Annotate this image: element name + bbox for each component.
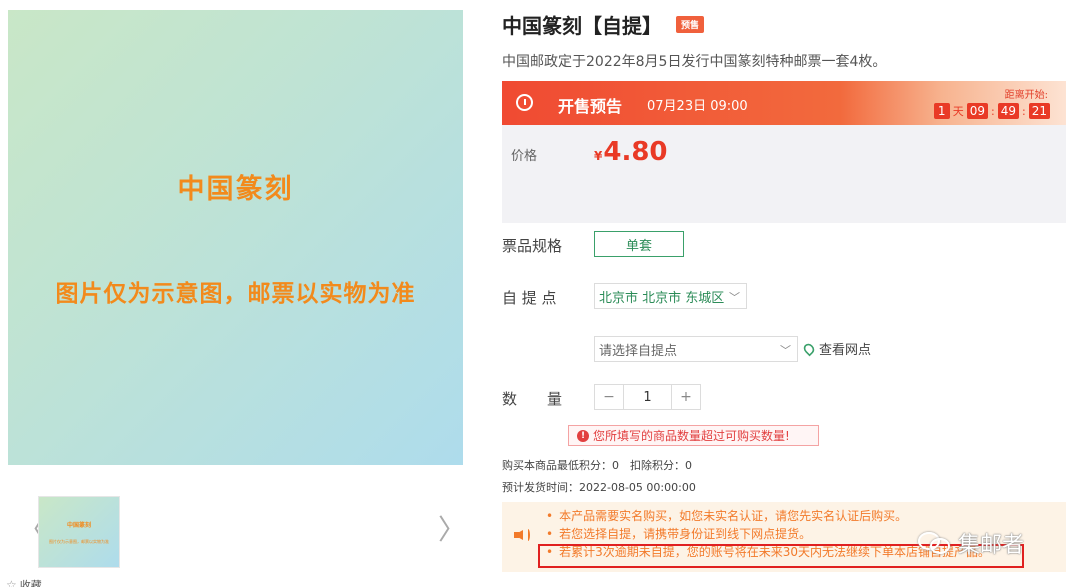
quantity-warning: ! 您所填写的商品数量超过可购买数量! bbox=[568, 425, 819, 446]
countdown-days: 1 bbox=[933, 103, 950, 119]
watermark: 集邮者 bbox=[918, 527, 1024, 559]
speaker-icon bbox=[514, 526, 536, 544]
thumbnail-caption: 图片仅为示意图，邮票以实物为准 bbox=[49, 538, 109, 544]
wechat-icon bbox=[918, 530, 952, 556]
thumbnail-strip: 〈 中国篆刻 图片仅为示意图，邮票以实物为准 〉 bbox=[8, 496, 466, 568]
countdown-timer: 1 天 09 : 49 : 21 bbox=[933, 103, 1050, 119]
city-select[interactable]: 北京市 北京市 东城区 ﹀ bbox=[594, 283, 747, 309]
favorite-button[interactable]: ☆ 收藏 bbox=[6, 577, 42, 587]
countdown-separator: : bbox=[1022, 104, 1026, 118]
notice-item: 本产品需要实名购买，如您未实名认证，请您先实名认证后购买。 bbox=[546, 507, 990, 525]
countdown-label: 距离开始: bbox=[1004, 90, 1048, 101]
price-value-wrap: ¥4.80 bbox=[594, 137, 668, 167]
pickup-label: 自 提 点 bbox=[502, 289, 557, 307]
spec-label: 票品规格 bbox=[502, 237, 563, 255]
quantity-label: 数 量 bbox=[502, 390, 563, 408]
ship-time-info: 预计发货时间：2022-08-05 00:00:00 bbox=[502, 481, 696, 494]
price-label: 价格 bbox=[511, 149, 538, 164]
price-value: 4.80 bbox=[603, 137, 668, 167]
points-info: 购买本商品最低积分：0 扣除积分：0 bbox=[502, 459, 692, 472]
chevron-down-icon: ﹀ bbox=[780, 344, 791, 357]
map-pin-icon bbox=[801, 341, 817, 356]
quantity-input[interactable]: 1 bbox=[623, 385, 672, 409]
presale-badge: 预售 bbox=[676, 16, 705, 33]
quantity-warning-text: 您所填写的商品数量超过可购买数量! bbox=[593, 429, 790, 443]
star-icon: ☆ bbox=[6, 578, 17, 587]
countdown-separator: : bbox=[991, 104, 995, 118]
image-title-text: 中国篆刻 bbox=[177, 174, 294, 205]
countdown-seconds: 21 bbox=[1028, 103, 1050, 119]
presale-label: 开售预告 bbox=[558, 97, 623, 116]
product-subtitle: 中国邮政定于2022年8月5日发行中国篆刻特种邮票一套4枚。 bbox=[502, 54, 887, 70]
product-title: 中国篆刻【自提】 bbox=[502, 14, 662, 38]
price-panel: 价格 ¥4.80 bbox=[502, 125, 1066, 223]
city-select-value: 北京市 北京市 东城区 bbox=[599, 290, 725, 306]
countdown-minutes: 49 bbox=[997, 103, 1019, 119]
quantity-minus-button[interactable]: − bbox=[595, 385, 623, 409]
thumbnail-title: 中国篆刻 bbox=[66, 521, 91, 529]
watermark-text: 集邮者 bbox=[958, 533, 1025, 558]
error-icon: ! bbox=[577, 429, 589, 442]
view-points-link[interactable]: 查看网点 bbox=[801, 339, 872, 358]
countdown-hours: 09 bbox=[966, 103, 988, 119]
quantity-stepper: − 1 + bbox=[594, 384, 701, 410]
presale-time: 07月23日 09:00 bbox=[647, 99, 748, 114]
image-caption-text: 图片仅为示意图，邮票以实物为准 bbox=[55, 281, 416, 307]
countdown-day-unit: 天 bbox=[952, 105, 964, 118]
pickup-point-select[interactable]: 请选择自提点 ﹀ bbox=[594, 336, 798, 362]
title-row: 中国篆刻【自提】 预售 bbox=[502, 10, 705, 39]
chevron-down-icon: ﹀ bbox=[729, 291, 740, 304]
product-page: 中国篆刻 图片仅为示意图，邮票以实物为准 〈 中国篆刻 图片仅为示意图，邮票以实… bbox=[0, 0, 1080, 587]
view-points-label: 查看网点 bbox=[819, 343, 872, 358]
thumbnail-image[interactable]: 中国篆刻 图片仅为示意图，邮票以实物为准 bbox=[38, 496, 120, 568]
price-currency: ¥ bbox=[594, 149, 603, 163]
next-thumbnail-icon[interactable]: 〉 bbox=[438, 508, 466, 548]
clock-icon bbox=[516, 94, 533, 111]
spec-option-single-set[interactable]: 单套 bbox=[594, 231, 684, 257]
product-main-image: 中国篆刻 图片仅为示意图，邮票以实物为准 bbox=[8, 10, 463, 465]
favorite-label: 收藏 bbox=[19, 579, 42, 587]
pickup-point-placeholder: 请选择自提点 bbox=[599, 343, 678, 359]
quantity-plus-button[interactable]: + bbox=[672, 385, 700, 409]
presale-banner: 开售预告 07月23日 09:00 距离开始: 1 天 09 : 49 : 21 bbox=[502, 81, 1066, 125]
